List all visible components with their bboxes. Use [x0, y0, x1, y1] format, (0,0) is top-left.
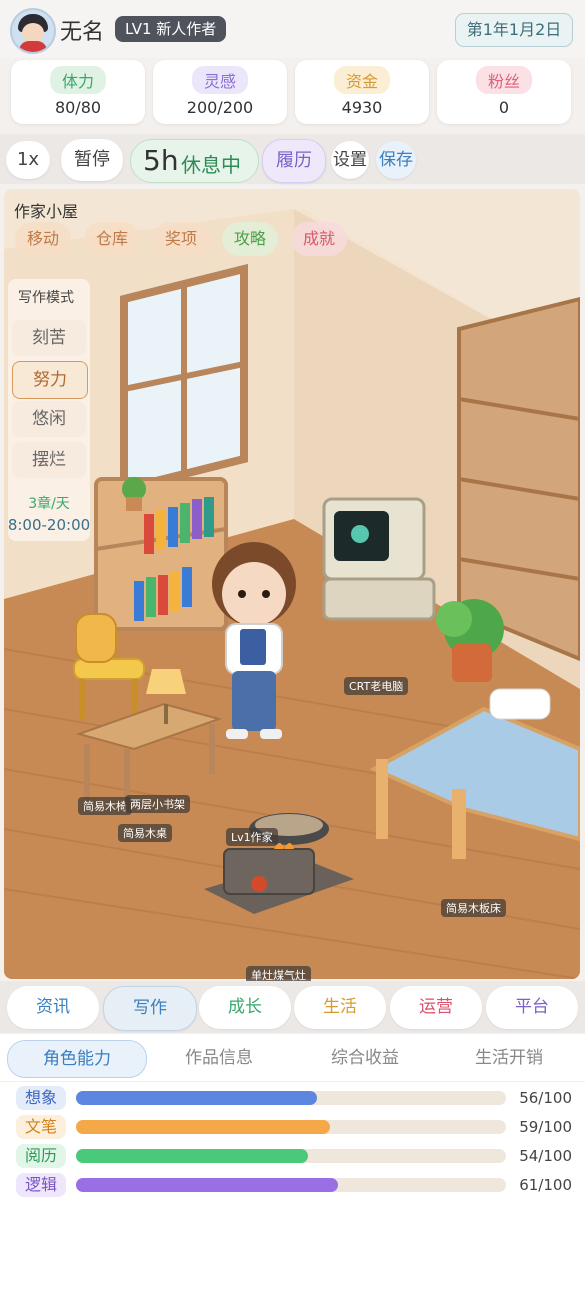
ability-value-experience: 54/100 — [519, 1147, 572, 1165]
player-label: Lv1作家 — [226, 828, 278, 846]
shelf-label: 两层小书架 — [125, 795, 190, 813]
subtab-divider — [0, 1081, 585, 1082]
rest-status[interactable]: 5h 休息中 — [130, 139, 259, 183]
nav-operations[interactable]: 运营 — [390, 986, 482, 1029]
subtab-abilities[interactable]: 角色能力 — [7, 1040, 147, 1078]
scene-tab-storage[interactable]: 仓库 — [84, 222, 141, 256]
subtab-income[interactable]: 综合收益 — [302, 1040, 428, 1076]
pause-button[interactable]: 暂停 — [61, 139, 123, 181]
stat-label: 粉丝 — [475, 66, 532, 94]
player-name: 无名 — [60, 20, 105, 45]
ability-bar-imagination — [76, 1091, 506, 1105]
scene-tab-guide[interactable]: 攻略 — [222, 222, 279, 256]
scene-tab-awards[interactable]: 奖项 — [153, 222, 210, 256]
bed-label: 简易木板床 — [441, 899, 506, 917]
room-illustration — [4, 189, 580, 979]
level-badge: LV1 新人作者 — [115, 16, 227, 42]
save-button[interactable]: 保存 — [376, 141, 416, 179]
speed-button[interactable]: 1x — [6, 141, 50, 179]
ability-label-logic: 逻辑 — [16, 1173, 66, 1197]
mode-diligent-button[interactable]: 刻苦 — [12, 320, 86, 356]
nav-news[interactable]: 资讯 — [7, 986, 99, 1029]
desk-label: 简易木桌 — [118, 824, 172, 842]
computer-label: CRT老电脑 — [344, 677, 409, 695]
stat-value: 0 — [498, 98, 510, 117]
stat-value: 80/80 — [54, 98, 102, 117]
scene-tab-achievements[interactable]: 成就 — [291, 222, 348, 256]
ability-bar-experience — [76, 1149, 506, 1163]
nav-life[interactable]: 生活 — [294, 986, 386, 1029]
stat-fans: 粉丝 0 — [437, 60, 571, 124]
subtab-works[interactable]: 作品信息 — [156, 1040, 282, 1076]
resume-button[interactable]: 履历 — [262, 139, 326, 183]
rest-hours: 5h — [143, 144, 179, 177]
ability-label-writing: 文笔 — [16, 1115, 66, 1139]
chapters-per-day: 3章/天 — [28, 496, 70, 512]
ability-fill — [76, 1120, 330, 1134]
ability-fill — [76, 1091, 317, 1105]
game-date-badge: 第1年1月2日 — [455, 13, 573, 47]
chair-label: 简易木椅 — [78, 797, 132, 815]
ability-bar-logic — [76, 1178, 506, 1192]
player-avatar[interactable] — [10, 8, 56, 54]
ability-label-experience: 阅历 — [16, 1144, 66, 1168]
scene-tab-move[interactable]: 移动 — [15, 222, 72, 256]
scene-title: 作家小屋 — [14, 202, 79, 221]
ability-value-writing: 59/100 — [519, 1118, 572, 1136]
stat-value: 4930 — [341, 98, 383, 117]
nav-writing[interactable]: 写作 — [103, 986, 197, 1031]
stat-label: 体力 — [49, 66, 106, 94]
ability-bar-writing — [76, 1120, 506, 1134]
subtab-expenses[interactable]: 生活开销 — [446, 1040, 572, 1076]
mode-slack-button[interactable]: 摆烂 — [12, 442, 86, 478]
room-scene[interactable] — [4, 189, 580, 979]
stat-value: 200/200 — [186, 98, 254, 117]
writing-hours: 8:00-20:00 — [7, 516, 91, 534]
mode-leisure-button[interactable]: 悠闲 — [12, 401, 86, 437]
nav-growth[interactable]: 成长 — [199, 986, 291, 1029]
ability-fill — [76, 1178, 339, 1192]
nav-platform[interactable]: 平台 — [486, 986, 578, 1029]
stat-inspiration: 灵感 200/200 — [153, 60, 287, 124]
ability-fill — [76, 1149, 309, 1163]
writing-mode-title: 写作模式 — [18, 290, 74, 306]
stat-funds: 资金 4930 — [295, 60, 429, 124]
settings-button[interactable]: 设置 — [331, 141, 369, 179]
ability-label-imagination: 想象 — [16, 1086, 66, 1110]
ability-value-logic: 61/100 — [519, 1176, 572, 1194]
mode-effort-button[interactable]: 努力 — [12, 361, 88, 399]
ability-value-imagination: 56/100 — [519, 1089, 572, 1107]
stat-label: 灵感 — [191, 66, 248, 94]
stat-label: 资金 — [333, 66, 390, 94]
stat-stamina: 体力 80/80 — [11, 60, 145, 124]
rest-status-text: 休息中 — [181, 153, 241, 177]
